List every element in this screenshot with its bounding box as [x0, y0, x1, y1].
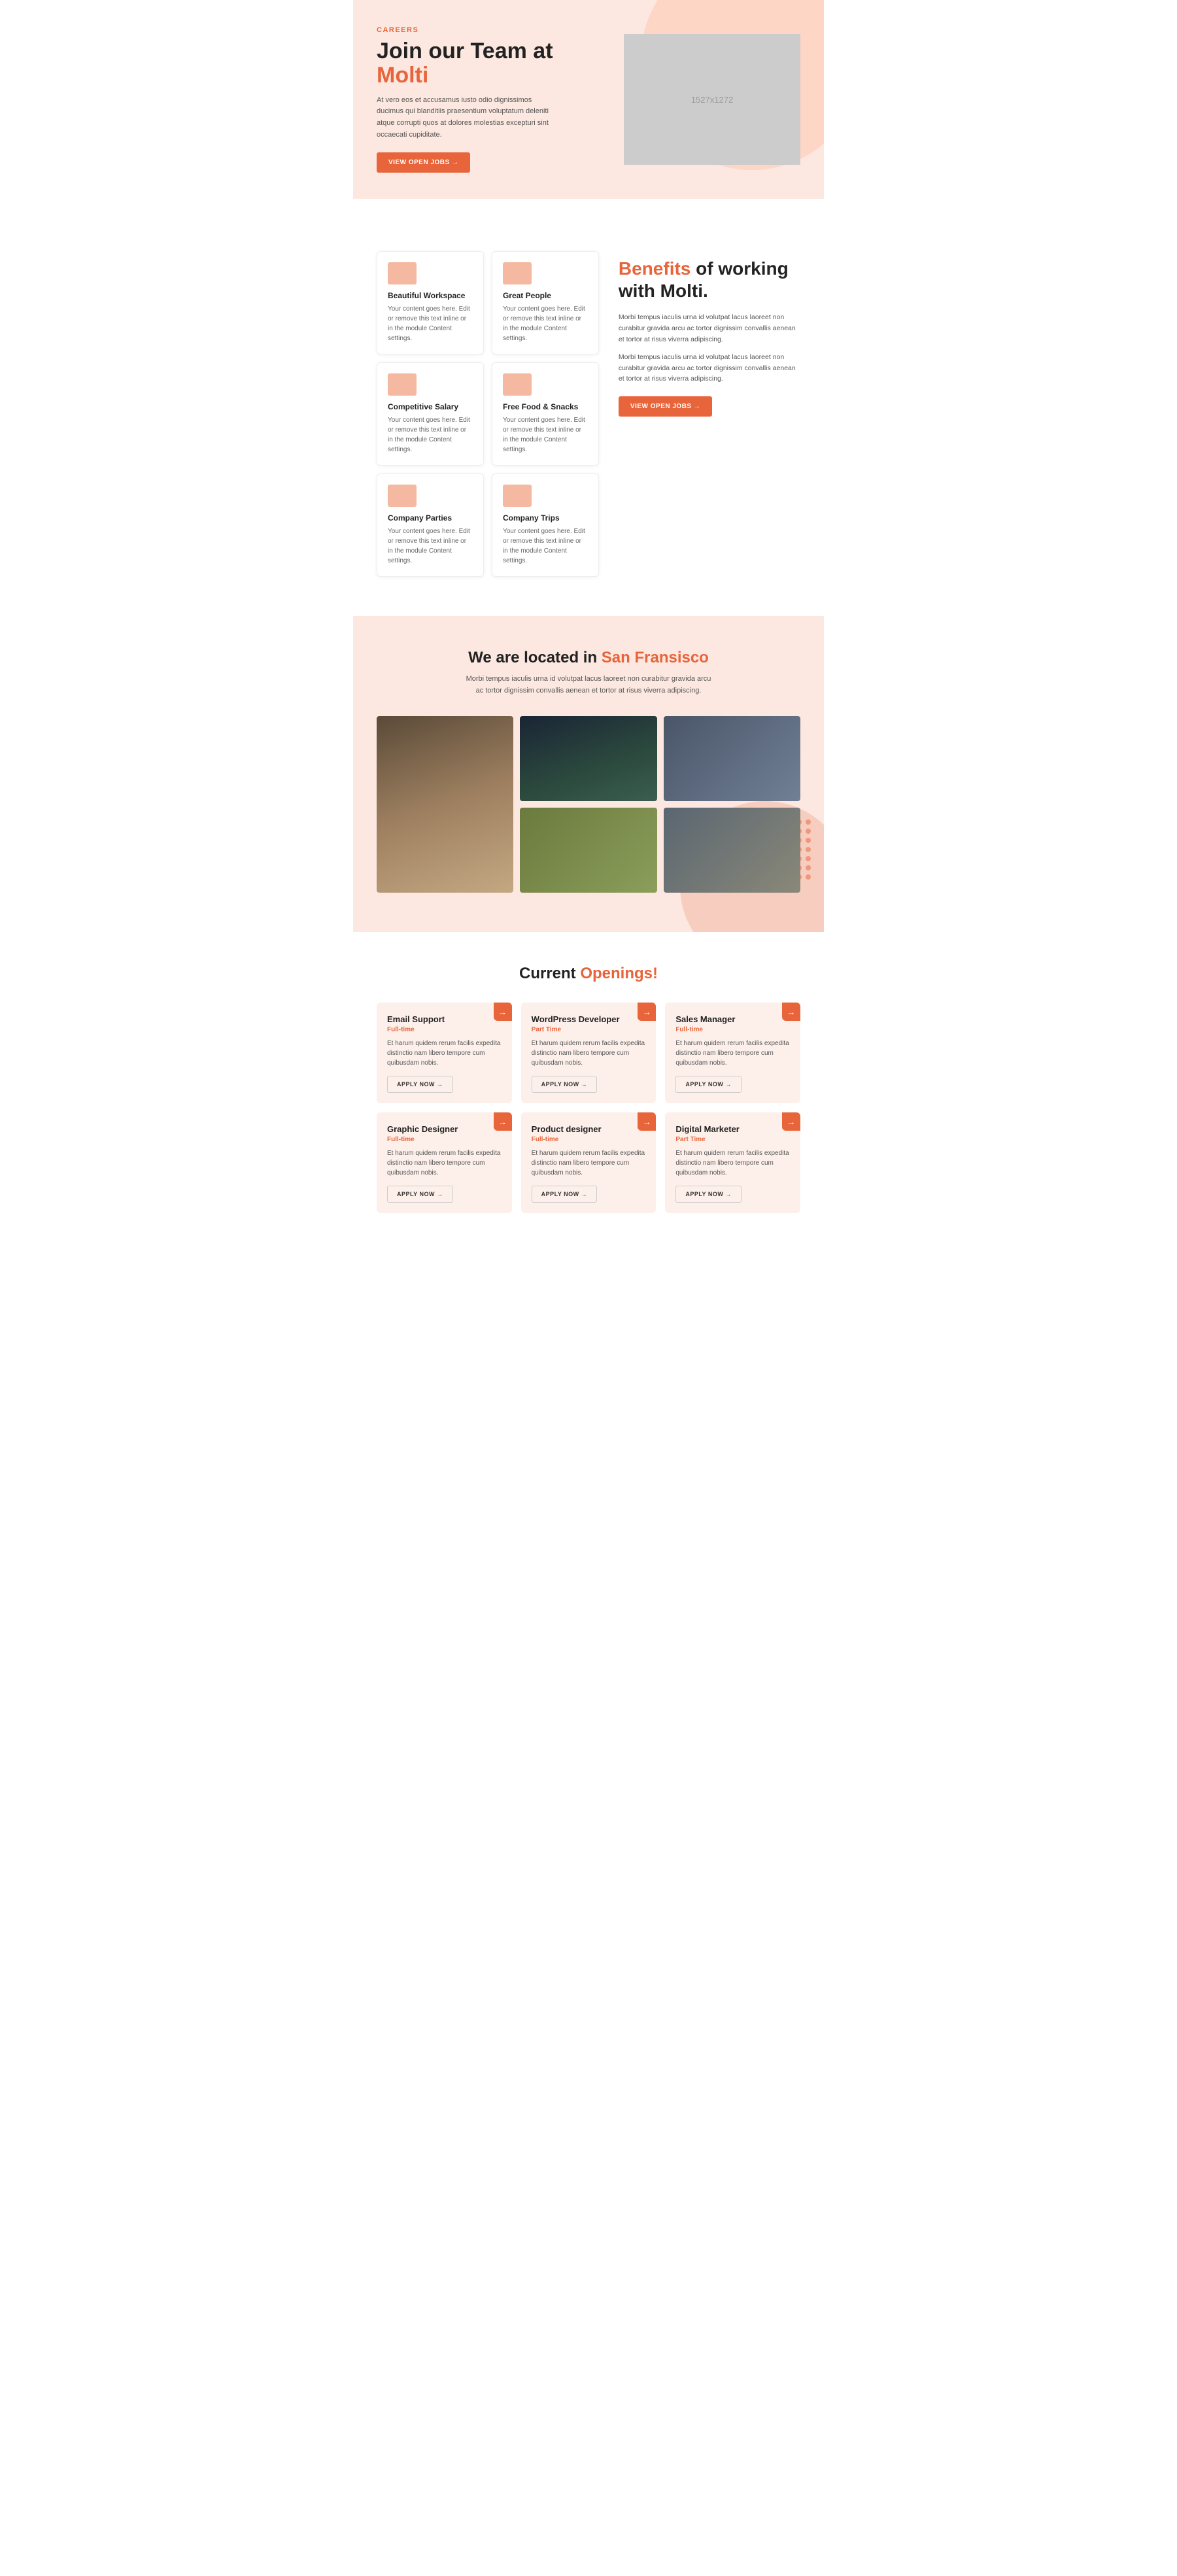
benefit-icon-2 — [388, 373, 417, 396]
benefit-card-1: Great People Your content goes here. Edi… — [492, 251, 599, 354]
job-card-arrow-1[interactable]: → — [638, 1003, 656, 1021]
benefit-card-3: Free Food & Snacks Your content goes her… — [492, 362, 599, 466]
benefit-card-4: Company Parties Your content goes here. … — [377, 473, 484, 577]
job-card-arrow-0[interactable]: → — [494, 1003, 512, 1021]
benefit-icon-3 — [503, 373, 532, 396]
benefit-desc-0: Your content goes here. Edit or remove t… — [388, 304, 473, 343]
job-title-4: Product designer — [532, 1124, 646, 1134]
benefit-icon-0 — [388, 262, 417, 284]
job-title-5: Digital Marketer — [675, 1124, 790, 1134]
job-apply-button-2[interactable]: APPLY NOW → — [675, 1076, 742, 1093]
benefit-card-0: Beautiful Workspace Your content goes he… — [377, 251, 484, 354]
benefit-card-5: Company Trips Your content goes here. Ed… — [492, 473, 599, 577]
benefit-title-0: Beautiful Workspace — [388, 291, 473, 300]
benefits-heading: Benefits of working with Molti. — [619, 258, 800, 301]
job-desc-5: Et harum quidem rerum facilis expedita d… — [675, 1148, 790, 1178]
job-type-4: Full-time — [532, 1136, 646, 1143]
location-photo-woman — [664, 808, 800, 893]
benefit-title-1: Great People — [503, 291, 588, 300]
hero-image: 1527x1272 — [624, 34, 800, 165]
hero-title-accent: Molti — [377, 63, 428, 88]
job-card-arrow-3[interactable]: → — [494, 1112, 512, 1131]
job-title-3: Graphic Designer — [387, 1124, 502, 1134]
benefit-desc-1: Your content goes here. Edit or remove t… — [503, 304, 588, 343]
benefit-card-2: Competitive Salary Your content goes her… — [377, 362, 484, 466]
openings-section: Current Openings! → Email Support Full-t… — [353, 932, 824, 1262]
location-photo-grid — [377, 716, 800, 893]
benefits-section: Beautiful Workspace Your content goes he… — [353, 238, 824, 616]
benefit-desc-2: Your content goes here. Edit or remove t… — [388, 415, 473, 455]
benefits-heading-accent: Benefits — [619, 258, 691, 279]
benefits-cards-grid: Beautiful Workspace Your content goes he… — [377, 251, 599, 577]
job-type-2: Full-time — [675, 1026, 790, 1033]
hero-tag: CAREERS — [377, 26, 604, 34]
job-card-4: → Product designer Full-time Et harum qu… — [521, 1112, 657, 1213]
benefit-desc-4: Your content goes here. Edit or remove t… — [388, 526, 473, 566]
location-photo-building — [520, 716, 657, 801]
location-photo-meeting — [664, 716, 800, 801]
location-title: We are located in San Fransisco — [377, 649, 800, 667]
benefit-desc-5: Your content goes here. Edit or remove t… — [503, 526, 588, 566]
job-apply-button-3[interactable]: APPLY NOW → — [387, 1186, 453, 1203]
location-photo-desk — [520, 808, 657, 893]
job-apply-button-1[interactable]: APPLY NOW → — [532, 1076, 598, 1093]
job-desc-2: Et harum quidem rerum facilis expedita d… — [675, 1039, 790, 1068]
benefit-icon-1 — [503, 262, 532, 284]
benefits-para-2: Morbi tempus iaculis urna id volutpat la… — [619, 352, 800, 385]
job-card-5: → Digital Marketer Part Time Et harum qu… — [665, 1112, 800, 1213]
job-type-3: Full-time — [387, 1136, 502, 1143]
spacer-1 — [353, 199, 824, 238]
job-card-2: → Sales Manager Full-time Et harum quide… — [665, 1003, 800, 1103]
job-apply-button-5[interactable]: APPLY NOW → — [675, 1186, 742, 1203]
job-title-0: Email Support — [387, 1014, 502, 1024]
benefits-cta-button[interactable]: VIEW OPEN JOBS → — [619, 396, 712, 417]
hero-title-start: Join our Team at — [377, 39, 553, 63]
image-placeholder-label: 1527x1272 — [691, 95, 733, 105]
benefit-title-4: Company Parties — [388, 513, 473, 523]
benefit-title-5: Company Trips — [503, 513, 588, 523]
benefit-desc-3: Your content goes here. Edit or remove t… — [503, 415, 588, 455]
job-card-arrow-2[interactable]: → — [782, 1003, 800, 1021]
job-card-3: → Graphic Designer Full-time Et harum qu… — [377, 1112, 512, 1213]
location-title-accent: San Fransisco — [602, 649, 709, 666]
location-section: We are located in San Fransisco Morbi te… — [353, 616, 824, 932]
hero-description: At vero eos et accusamus iusto odio dign… — [377, 95, 560, 141]
hero-cta-button[interactable]: VIEW OPEN JOBS → — [377, 152, 470, 173]
openings-title-start: Current — [519, 965, 580, 982]
job-apply-button-0[interactable]: APPLY NOW → — [387, 1076, 453, 1093]
benefit-title-2: Competitive Salary — [388, 402, 473, 411]
job-desc-4: Et harum quidem rerum facilis expedita d… — [532, 1148, 646, 1178]
location-subtitle: Morbi tempus iaculis urna id volutpat la… — [464, 674, 713, 696]
jobs-grid: → Email Support Full-time Et harum quide… — [377, 1003, 800, 1213]
openings-title: Current Openings! — [377, 965, 800, 983]
benefit-title-3: Free Food & Snacks — [503, 402, 588, 411]
job-desc-0: Et harum quidem rerum facilis expedita d… — [387, 1039, 502, 1068]
openings-title-accent: Openings! — [580, 965, 658, 982]
job-type-0: Full-time — [387, 1026, 502, 1033]
benefit-icon-4 — [388, 485, 417, 507]
job-card-arrow-5[interactable]: → — [782, 1112, 800, 1131]
hero-title: Join our Team at Molti — [377, 39, 604, 88]
job-desc-1: Et harum quidem rerum facilis expedita d… — [532, 1039, 646, 1068]
job-card-arrow-4[interactable]: → — [638, 1112, 656, 1131]
job-desc-3: Et harum quidem rerum facilis expedita d… — [387, 1148, 502, 1178]
location-photo-office-1 — [377, 716, 513, 893]
job-title-2: Sales Manager — [675, 1014, 790, 1024]
job-card-1: → WordPress Developer Part Time Et harum… — [521, 1003, 657, 1103]
benefits-para-1: Morbi tempus iaculis urna id volutpat la… — [619, 312, 800, 345]
job-type-1: Part Time — [532, 1026, 646, 1033]
hero-section: CAREERS Join our Team at Molti At vero e… — [353, 0, 824, 199]
job-card-0: → Email Support Full-time Et harum quide… — [377, 1003, 512, 1103]
hero-content: CAREERS Join our Team at Molti At vero e… — [377, 26, 604, 173]
benefit-icon-5 — [503, 485, 532, 507]
job-apply-button-4[interactable]: APPLY NOW → — [532, 1186, 598, 1203]
benefits-text: Benefits of working with Molti. Morbi te… — [619, 251, 800, 417]
job-title-1: WordPress Developer — [532, 1014, 646, 1024]
location-title-start: We are located in — [468, 649, 602, 666]
job-type-5: Part Time — [675, 1136, 790, 1143]
